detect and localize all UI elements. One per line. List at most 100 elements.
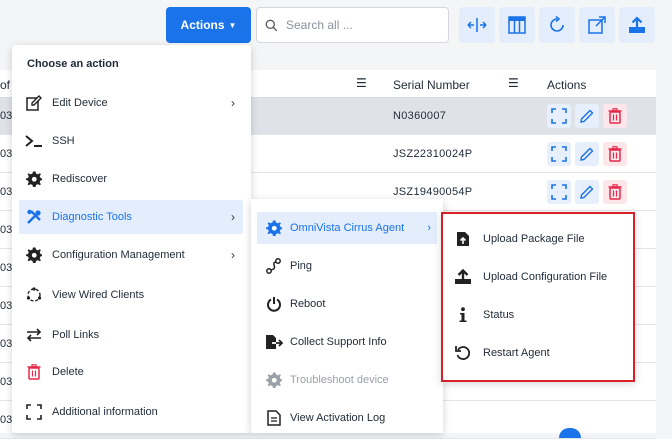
submenu-item-collect-support-info[interactable]: Collect Support Info <box>257 326 437 358</box>
menu-item-view-wired-clients[interactable]: View Wired Clients <box>19 278 243 312</box>
submenu-item-omnivista-cirrus-agent[interactable]: OmniVista Cirrus Agent › <box>257 212 437 244</box>
diagnostic-tools-submenu: OmniVista Cirrus Agent › Ping Reboot Collect… <box>251 199 443 433</box>
details-button[interactable] <box>547 142 571 166</box>
menu-item-poll-links[interactable]: Poll Links <box>19 318 243 352</box>
serial-number-cell: JSZ22310024P <box>393 148 473 160</box>
trash-icon <box>608 184 622 200</box>
expand-icon <box>23 404 45 420</box>
trash-icon <box>608 146 622 162</box>
agent-item-label: Status <box>483 309 515 321</box>
agent-item-label: Upload Package File <box>483 233 585 245</box>
submenu-item-label: OmniVista Cirrus Agent <box>290 222 405 234</box>
export-icon <box>263 334 285 350</box>
edit-button[interactable] <box>575 104 599 128</box>
submenu-item-label: View Activation Log <box>290 412 386 424</box>
row-cell: 03 <box>0 186 13 198</box>
clients-icon <box>23 287 45 303</box>
row-cell: 03 <box>0 300 13 312</box>
submenu-item-troubleshoot-device: Troubleshoot device <box>257 364 437 396</box>
edit-button[interactable] <box>575 142 599 166</box>
gear-icon <box>263 220 285 236</box>
table-columns-icon <box>508 16 526 34</box>
row-cell: 03 <box>0 338 13 350</box>
submenu-item-view-activation-log[interactable]: View Activation Log <box>257 402 437 434</box>
menu-item-additional-information[interactable]: Additional information <box>19 395 243 429</box>
submenu-item-label: Troubleshoot device <box>290 374 389 386</box>
upload-icon <box>629 16 645 33</box>
trash-icon <box>608 108 622 124</box>
agent-item-upload-package-file[interactable]: Upload Package File <box>453 224 629 254</box>
search-input[interactable] <box>284 17 434 33</box>
agent-item-label: Restart Agent <box>483 347 550 359</box>
column-header-serial: Serial Number <box>393 78 470 92</box>
row-cell: 03 <box>0 376 13 388</box>
edit-button[interactable] <box>575 180 599 204</box>
row-cell: 03 <box>0 224 13 236</box>
refresh-icon <box>550 16 564 32</box>
toolbar: Actions ▼ <box>0 0 672 50</box>
row-actions <box>547 104 627 128</box>
actions-menu: Choose an action Edit Device › SSH Rediscov… <box>12 45 251 433</box>
resize-columns-button[interactable] <box>459 7 495 43</box>
menu-item-delete[interactable]: Delete <box>19 355 243 389</box>
expand-icon <box>551 146 567 162</box>
pencil-icon <box>580 109 594 123</box>
open-external-button[interactable] <box>579 7 615 43</box>
edit-icon <box>23 95 45 111</box>
menu-item-rediscover[interactable]: Rediscover <box>19 162 243 196</box>
delete-button[interactable] <box>603 142 627 166</box>
tools-icon <box>23 209 45 225</box>
resize-horizontal-icon <box>467 18 487 32</box>
info-icon <box>453 307 473 323</box>
file-icon <box>263 410 285 426</box>
menu-item-label: Configuration Management <box>52 249 185 261</box>
ping-icon <box>263 258 285 274</box>
row-cell: 03 <box>0 414 13 426</box>
external-link-icon <box>588 16 606 34</box>
menu-heading: Choose an action <box>27 58 119 70</box>
poll-icon <box>23 328 45 342</box>
menu-item-configuration-management[interactable]: Configuration Management › <box>19 238 243 272</box>
agent-item-restart-agent[interactable]: Restart Agent <box>453 338 629 368</box>
menu-item-ssh[interactable]: SSH <box>19 124 243 158</box>
export-button[interactable] <box>619 7 655 43</box>
menu-item-label: Additional information <box>52 406 158 418</box>
row-cell: 03 <box>0 110 13 122</box>
cirrus-agent-submenu: Upload Package File Upload Configuration … <box>441 212 635 382</box>
expand-icon <box>551 108 567 124</box>
columns-button[interactable] <box>499 7 535 43</box>
submenu-item-label: Reboot <box>290 298 326 310</box>
details-button[interactable] <box>547 180 571 204</box>
gear-icon <box>263 372 285 388</box>
column-header: of <box>0 78 11 92</box>
pencil-icon <box>580 185 594 199</box>
agent-item-label: Upload Configuration File <box>483 271 608 283</box>
menu-item-edit-device[interactable]: Edit Device › <box>19 86 243 120</box>
column-menu-icon[interactable]: ☰ <box>508 76 519 90</box>
trash-icon <box>23 364 45 380</box>
row-cell: 03 <box>0 148 13 160</box>
menu-item-label: Poll Links <box>52 329 100 341</box>
submenu-item-ping[interactable]: Ping <box>257 250 437 282</box>
delete-button[interactable] <box>603 180 627 204</box>
actions-label: Actions <box>180 18 225 32</box>
submenu-item-reboot[interactable]: Reboot <box>257 288 437 320</box>
menu-item-diagnostic-tools[interactable]: Diagnostic Tools › <box>19 200 243 234</box>
details-button[interactable] <box>547 104 571 128</box>
expand-icon <box>551 184 567 200</box>
submenu-item-label: Ping <box>290 260 313 272</box>
column-menu-icon[interactable]: ☰ <box>356 76 367 90</box>
delete-button[interactable] <box>603 104 627 128</box>
menu-item-label: Edit Device <box>52 97 108 109</box>
search-box[interactable] <box>256 7 449 43</box>
column-header-actions: Actions <box>547 78 587 92</box>
agent-item-status[interactable]: Status <box>453 300 629 330</box>
menu-item-label: Delete <box>52 366 84 378</box>
caret-down-icon: ▼ <box>228 20 237 30</box>
actions-button[interactable]: Actions ▼ <box>166 7 251 43</box>
agent-item-upload-configuration-file[interactable]: Upload Configuration File <box>453 262 629 292</box>
chevron-right-icon: › <box>427 222 431 234</box>
chevron-right-icon: › <box>231 96 235 110</box>
refresh-button[interactable] <box>539 7 575 43</box>
restart-icon <box>453 345 473 361</box>
